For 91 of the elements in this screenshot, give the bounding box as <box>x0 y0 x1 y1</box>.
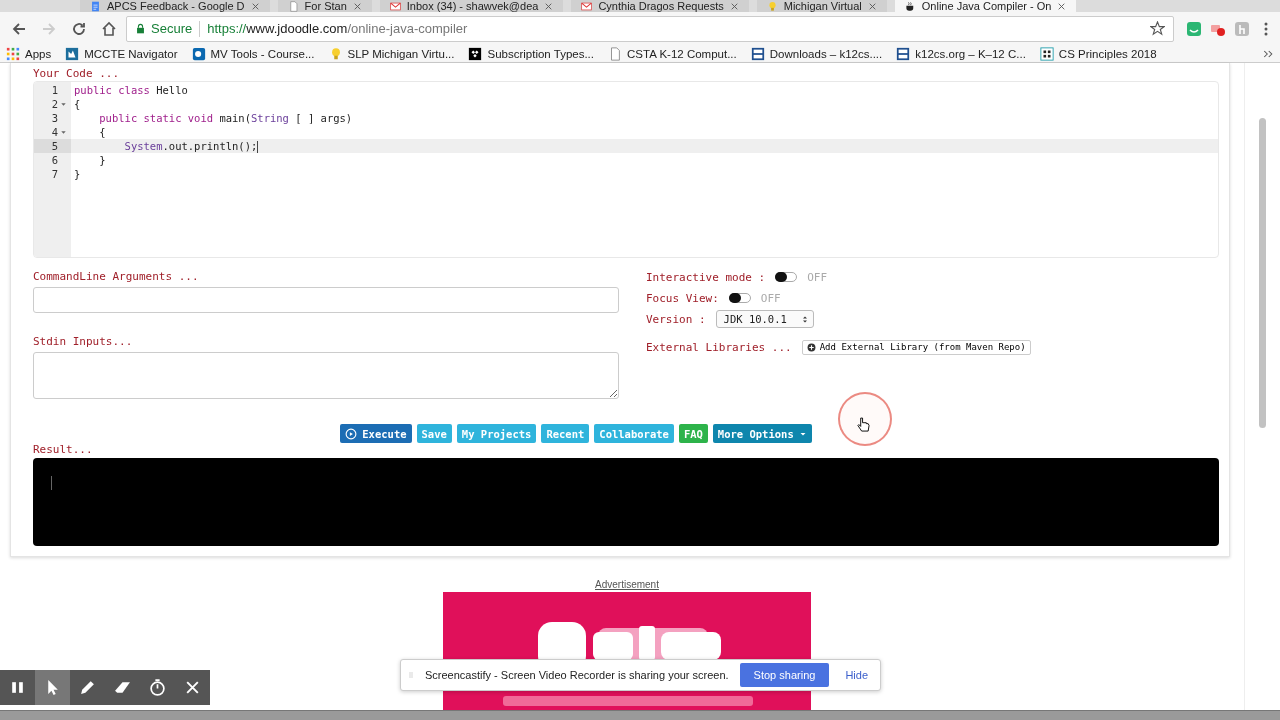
apps-grid-icon <box>6 46 20 61</box>
toggle-switch[interactable] <box>728 293 751 303</box>
stdin-label: Stdin Inputs... <box>33 335 134 348</box>
hand-cursor-icon <box>857 417 870 434</box>
line-number: 7 <box>51 168 58 180</box>
tab-title: APCS Feedback - Google D <box>107 0 245 12</box>
line-number: 5 <box>51 140 58 152</box>
timer-icon <box>149 679 166 696</box>
bookmark[interactable]: SLP Michigan Virtu... <box>328 46 455 61</box>
home-icon[interactable] <box>101 20 117 37</box>
plus-circle-icon <box>806 342 816 352</box>
browser-tab[interactable]: Inbox (34) - shawvek@dea <box>379 0 564 12</box>
pointer-tool[interactable] <box>35 670 70 705</box>
bookmark[interactable]: Downloads – k12cs.... <box>750 46 883 61</box>
code-line: } <box>73 167 82 181</box>
close-icon[interactable] <box>867 1 877 11</box>
text-cursor <box>257 141 259 153</box>
line-number: 4 <box>51 126 58 138</box>
version-select[interactable]: JDK 10.0.1 <box>715 310 814 328</box>
extension-icon[interactable] <box>1186 20 1202 37</box>
toggle-switch[interactable] <box>775 272 798 282</box>
option-label: Interactive mode : <box>646 270 766 284</box>
coffee-cup-icon <box>904 0 916 12</box>
close-icon[interactable] <box>729 1 739 11</box>
arguments-field[interactable] <box>33 287 619 313</box>
toggle-state: OFF <box>760 291 781 305</box>
close-icon[interactable] <box>544 1 554 11</box>
pause-icon <box>9 679 26 696</box>
back-icon[interactable] <box>11 20 27 37</box>
tab-title: For Stan <box>304 0 347 12</box>
fold-arrow-icon[interactable] <box>59 100 67 108</box>
stdin-field[interactable] <box>33 352 619 399</box>
line-number: 1 <box>51 84 58 96</box>
reload-icon[interactable] <box>71 20 87 37</box>
bookmark[interactable]: MV Tools - Course... <box>191 46 315 61</box>
close-icon[interactable] <box>250 1 260 11</box>
code-editor[interactable]: 1 2 3 4 5 6 7 public class Hello { public static void main(String [ ] args) { System.out.println(); } } <box>33 81 1219 258</box>
advertisement-label: Advertisement <box>595 579 659 590</box>
sharing-message: Screencastify - Screen Video Recorder is sharing your screen. <box>425 669 730 681</box>
close-icon[interactable] <box>352 1 362 11</box>
tab-title: Cynthia Dragos Requests <box>598 0 724 12</box>
bookmark[interactable]: Subscription Types... <box>468 46 594 61</box>
code-label: Your Code ... <box>33 67 121 80</box>
option-label: Focus View: <box>646 291 719 305</box>
version-label: Version : <box>646 312 706 326</box>
pen-icon <box>79 679 96 696</box>
fold-arrow-icon[interactable] <box>59 128 67 136</box>
add-library-button[interactable]: Add External Library (from Maven Repo) <box>801 339 1031 355</box>
bookmark[interactable]: k12cs.org – K–12 C... <box>896 46 1026 61</box>
code-line: public static void main(String [ ] args) <box>98 111 354 125</box>
lightbulb-icon <box>766 0 778 12</box>
browser-tab[interactable]: APCS Feedback - Google D <box>80 0 270 12</box>
code-line: public class Hello <box>73 83 189 97</box>
stop-sharing-button[interactable]: Stop sharing <box>739 663 830 687</box>
address-bar[interactable]: Secure https://www.jdoodle.com/online-java-compiler <box>126 15 1174 42</box>
play-circle-icon <box>345 427 358 440</box>
tab-title: Inbox (34) - shawvek@dea <box>406 0 539 12</box>
code-line: { <box>73 97 82 111</box>
click-highlight <box>838 392 892 446</box>
secure-label: Secure <box>151 21 193 36</box>
browser-tab[interactable]: For Stan <box>277 0 372 12</box>
lock-icon <box>135 22 146 35</box>
line-number: 2 <box>51 98 58 110</box>
text-cursor <box>51 476 52 490</box>
url-text: https://www.jdoodle.com/online-java-compiler <box>207 21 469 36</box>
action-button[interactable]: Execute <box>340 424 412 443</box>
bookmark[interactable]: CSTA K-12 Comput... <box>608 46 737 61</box>
libraries-label: External Libraries ... <box>646 340 792 354</box>
arguments-label: CommandLine Arguments ... <box>33 270 200 283</box>
line-number: 3 <box>51 112 58 124</box>
close-icon[interactable] <box>1057 1 1067 11</box>
scrollbar-thumb[interactable] <box>1259 118 1266 428</box>
line-number: 6 <box>51 154 58 166</box>
code-line: } <box>98 153 107 167</box>
toggle-state: OFF <box>807 270 828 284</box>
browser-tab[interactable]: Cynthia Dragos Requests <box>571 0 749 12</box>
result-label: Result... <box>33 443 94 456</box>
hide-button[interactable]: Hide <box>839 669 874 681</box>
browser-tab[interactable]: Online Java Compiler - On <box>894 0 1077 12</box>
tab-title: Michigan Virtual <box>783 0 862 12</box>
star-icon[interactable] <box>1150 21 1165 36</box>
bookmark[interactable]: CS Principles 2018 <box>1039 46 1157 61</box>
action-button[interactable]: More Options <box>712 424 812 443</box>
close-icon <box>184 679 201 696</box>
browser-tab[interactable]: Michigan Virtual <box>756 0 887 12</box>
bookmark[interactable]: MCCTE Navigator <box>65 46 178 61</box>
up-down-arrows-icon <box>800 314 809 324</box>
eraser-icon <box>114 679 131 696</box>
tab-title: Online Java Compiler - On <box>921 0 1052 12</box>
bookmark[interactable]: Apps <box>6 46 52 61</box>
code-line: { <box>98 125 107 139</box>
